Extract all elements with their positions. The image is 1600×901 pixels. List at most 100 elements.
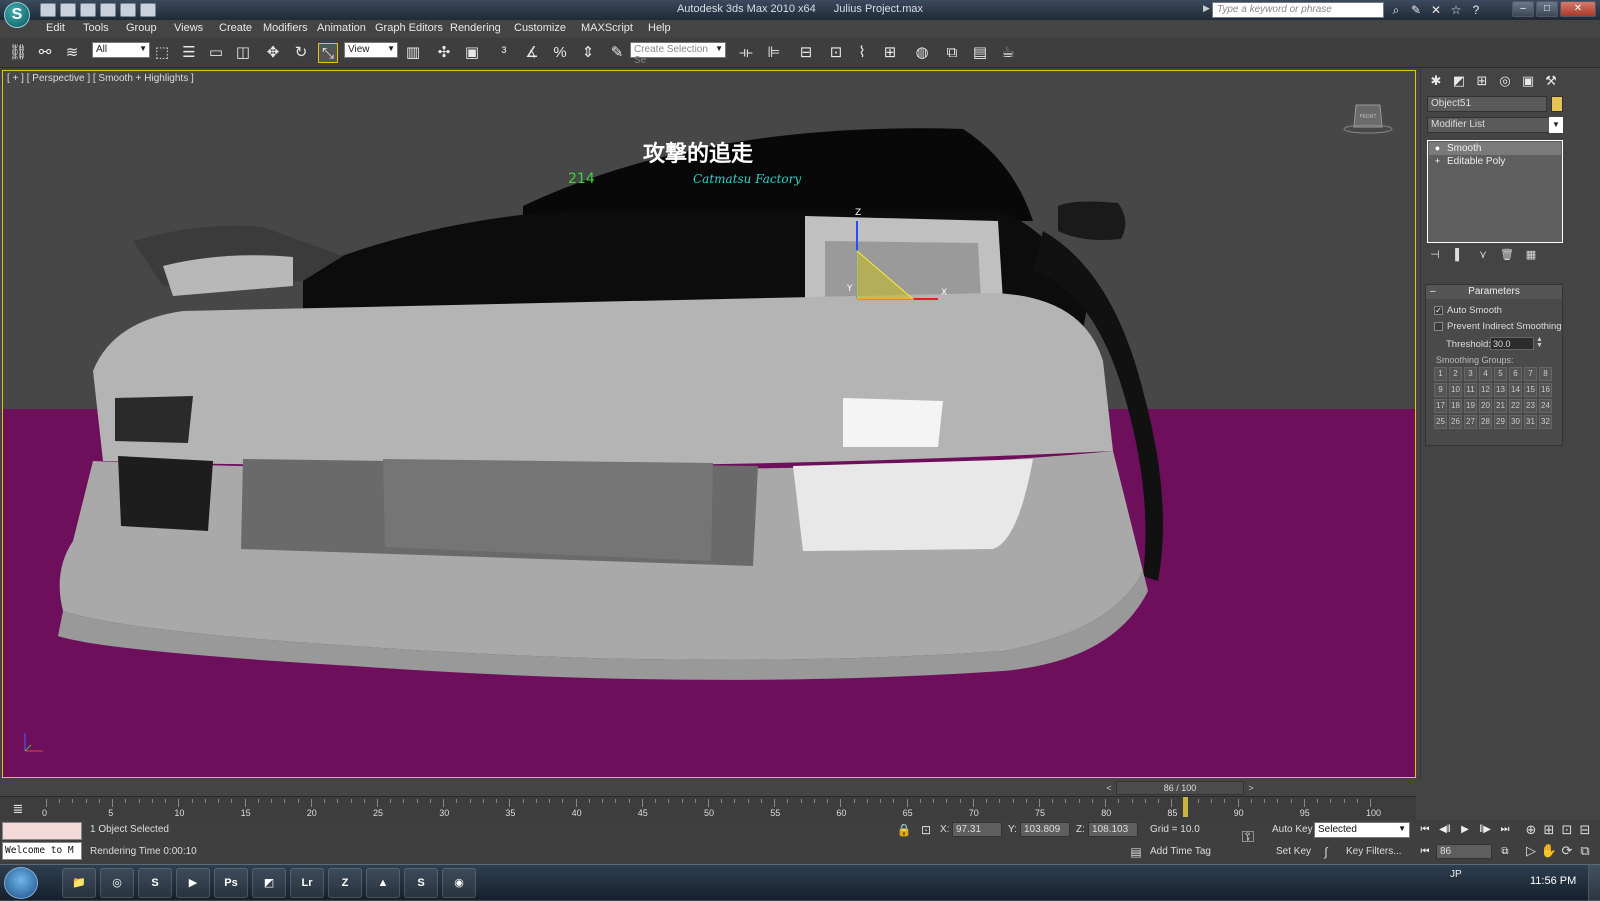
rectangular-selection-icon[interactable]: ▭ [206, 43, 226, 63]
menu-animation[interactable]: Animation [317, 22, 366, 34]
show-desktop-button[interactable] [1588, 865, 1600, 901]
time-slider-prev-icon[interactable]: < [1102, 781, 1116, 795]
smoothing-group-button[interactable]: 2 [1449, 367, 1462, 381]
select-object-icon[interactable]: ⬚ [152, 43, 172, 63]
motion-tab-icon[interactable]: ◎ [1496, 72, 1514, 90]
set-key-button[interactable]: Set Key [1276, 846, 1311, 857]
select-and-move-icon[interactable]: ✥ [263, 43, 283, 63]
stack-item-smooth[interactable]: ● Smooth [1429, 142, 1561, 155]
next-frame-icon[interactable]: ‖▶ [1476, 822, 1494, 838]
perspective-viewport[interactable]: [ + ] [ Perspective ] [ Smooth + Highlig… [2, 70, 1416, 778]
rollout-header[interactable]: – Parameters [1426, 285, 1562, 299]
smoothing-group-button[interactable]: 24 [1539, 399, 1552, 413]
percent-snap-icon[interactable]: % [550, 43, 570, 63]
window-crossing-icon[interactable]: ◫ [233, 43, 253, 63]
spinner-snap-icon[interactable]: ⇕ [578, 43, 598, 63]
auto-key-button[interactable]: Auto Key [1272, 824, 1313, 835]
viewcube[interactable]: FRONT [1343, 101, 1393, 135]
threshold-spinner[interactable]: ▲ ▼ [1536, 336, 1543, 349]
smoothing-group-button[interactable]: 16 [1539, 383, 1552, 397]
key-tangent-icon[interactable]: ∫ [1318, 844, 1334, 860]
menu-graph-editors[interactable]: Graph Editors [375, 22, 443, 34]
menu-create[interactable]: Create [219, 22, 252, 34]
taskbar-app-lightroom[interactable]: Lr [290, 868, 324, 898]
taskbar-app-3dsmax[interactable]: S [138, 868, 172, 898]
zoom-all-icon[interactable]: ⊞ [1540, 821, 1558, 839]
key-mode-dropdown[interactable]: Selected ▼ [1314, 822, 1410, 838]
menu-tools[interactable]: Tools [83, 22, 109, 34]
smoothing-group-button[interactable]: 5 [1494, 367, 1507, 381]
snaps-toggle-icon[interactable]: ³ [494, 43, 514, 63]
named-selection-set-dropdown[interactable]: Create Selection Se ▼ [630, 42, 726, 66]
create-tab-icon[interactable]: ✱ [1427, 72, 1445, 90]
threshold-input[interactable]: 30.0 [1490, 337, 1534, 350]
schematic-view-icon[interactable]: ⊞ [880, 43, 900, 63]
infocenter-search-input[interactable]: Type a keyword or phrase [1212, 2, 1384, 18]
smoothing-group-button[interactable]: 25 [1434, 415, 1447, 429]
smoothing-group-button[interactable]: 12 [1479, 383, 1492, 397]
object-color-swatch[interactable] [1551, 96, 1563, 112]
set-key-icon[interactable]: ⚿ [1240, 830, 1256, 846]
previous-frame-icon[interactable]: ◀‖ [1436, 822, 1454, 838]
stack-item-editable-poly[interactable]: + Editable Poly [1429, 155, 1561, 168]
select-and-scale-icon[interactable]: ⤡ [318, 43, 338, 63]
auto-smooth-checkbox[interactable]: ✓ [1434, 306, 1443, 315]
time-slider-next-icon[interactable]: > [1244, 781, 1258, 795]
application-button[interactable]: S [4, 2, 30, 28]
modifier-list-dropdown[interactable]: Modifier List [1427, 117, 1563, 133]
close-button[interactable]: ✕ [1560, 1, 1596, 17]
smoothing-group-button[interactable]: 7 [1524, 367, 1537, 381]
pan-view-icon[interactable]: ✋ [1540, 842, 1558, 860]
help-icon[interactable]: ? [1468, 2, 1484, 18]
selection-filter-dropdown[interactable]: All ▼ [92, 42, 150, 58]
display-tab-icon[interactable]: ▣ [1519, 72, 1537, 90]
prevent-indirect-row[interactable]: Prevent Indirect Smoothing [1434, 321, 1562, 332]
smoothing-group-button[interactable]: 6 [1509, 367, 1522, 381]
rendered-frame-window-icon[interactable]: ▤ [970, 43, 990, 63]
manipulate-icon[interactable]: ✣ [434, 43, 454, 63]
curve-editor-icon[interactable]: ⌇ [852, 43, 872, 63]
smoothing-group-button[interactable]: 29 [1494, 415, 1507, 429]
taskbar-app-skype[interactable]: S [404, 868, 438, 898]
current-frame-marker[interactable] [1182, 797, 1188, 817]
menu-views[interactable]: Views [174, 22, 203, 34]
absolute-relative-toggle-icon[interactable]: ⊡ [918, 822, 934, 838]
time-slider[interactable]: 86 / 100 [1116, 781, 1244, 795]
time-configuration-icon[interactable]: ⧉ [1496, 844, 1514, 860]
menu-help[interactable]: Help [648, 22, 671, 34]
render-setup-icon[interactable]: ⧉ [942, 43, 962, 63]
smoothing-group-button[interactable]: 19 [1464, 399, 1477, 413]
zoom-extents-icon[interactable]: ⊡ [1558, 821, 1576, 839]
object-name-field[interactable]: Object51 [1427, 96, 1547, 112]
taskbar-app-photoshop[interactable]: Ps [214, 868, 248, 898]
material-editor-icon[interactable]: ◍ [912, 43, 932, 63]
smoothing-group-button[interactable]: 9 [1434, 383, 1447, 397]
taskbar-app-photo-viewer[interactable]: ▲ [366, 868, 400, 898]
language-indicator[interactable]: JP [1450, 869, 1462, 880]
prevent-indirect-checkbox[interactable] [1434, 322, 1443, 331]
zoom-icon[interactable]: ⊕ [1522, 821, 1540, 839]
select-and-link-icon[interactable]: ⛓ [8, 43, 28, 63]
smoothing-group-button[interactable]: 28 [1479, 415, 1492, 429]
lightbulb-icon[interactable]: ● [1433, 143, 1442, 153]
graphite-ribbon-icon[interactable]: ⊡ [826, 43, 846, 63]
menu-rendering[interactable]: Rendering [450, 22, 501, 34]
menu-group[interactable]: Group [126, 22, 157, 34]
favorites-star-icon[interactable]: ☆ [1448, 2, 1464, 18]
layer-manager-icon[interactable]: ⊟ [796, 43, 816, 63]
chevron-down-icon[interactable]: ▼ [1549, 117, 1563, 133]
pivot-center-icon[interactable]: ▥ [403, 43, 423, 63]
modify-tab-icon[interactable]: ◩ [1450, 72, 1468, 90]
smoothing-group-button[interactable]: 13 [1494, 383, 1507, 397]
taskbar-app-program[interactable]: ◩ [252, 868, 286, 898]
go-to-start-icon[interactable]: ⏮ [1416, 822, 1434, 838]
z-coordinate-field[interactable]: 108.103 [1088, 822, 1138, 837]
make-unique-icon[interactable]: ⋎ [1475, 248, 1491, 262]
smoothing-group-button[interactable]: 17 [1434, 399, 1447, 413]
select-by-name-icon[interactable]: ☰ [179, 43, 199, 63]
smoothing-group-button[interactable]: 27 [1464, 415, 1477, 429]
x-coordinate-field[interactable]: 97.31 [952, 822, 1002, 837]
smoothing-group-button[interactable]: 26 [1449, 415, 1462, 429]
viewport-label[interactable]: [ + ] [ Perspective ] [ Smooth + Highlig… [7, 73, 194, 84]
configure-modifier-sets-icon[interactable]: ▦ [1523, 248, 1539, 262]
